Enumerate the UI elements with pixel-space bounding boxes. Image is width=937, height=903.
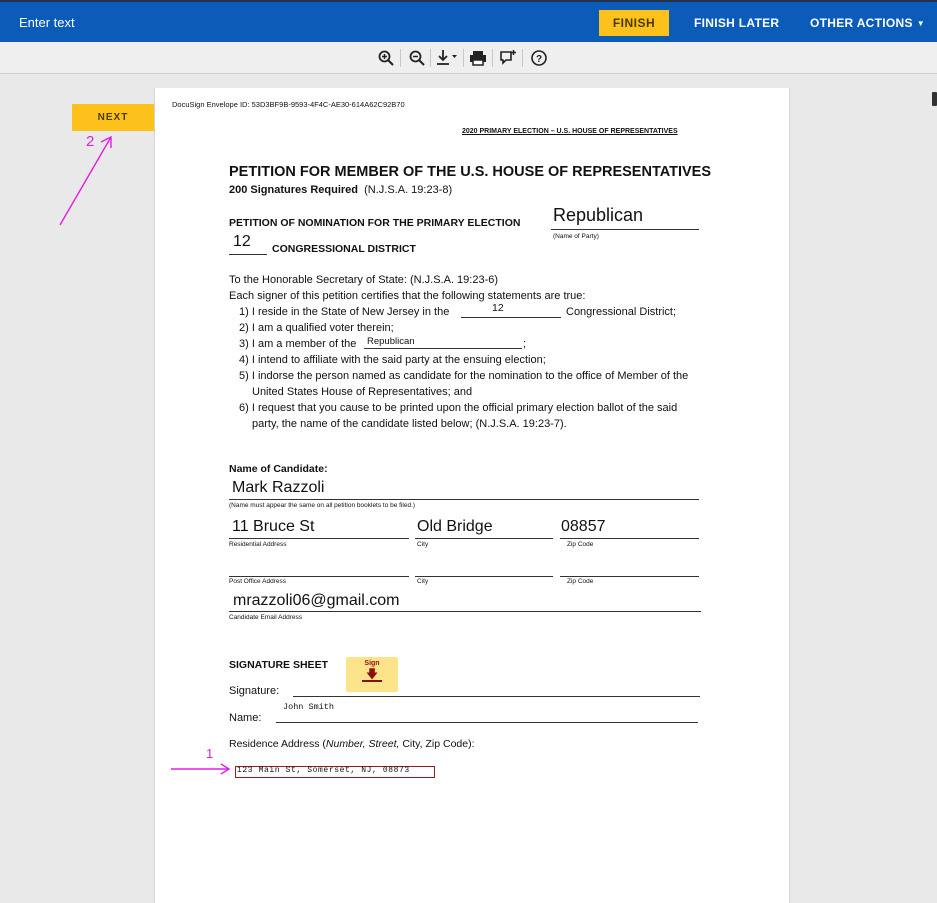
po-zip-caption: Zip Code [567,578,594,585]
residential-caption: Residential Address [229,541,287,548]
toolbar-divider [430,49,431,67]
statement-6b: party, the name of the candidate listed … [252,418,567,430]
signatures-required: 200 Signatures Required [229,184,358,196]
finish-button[interactable]: FINISH [599,10,669,36]
toolbar-divider [492,49,493,67]
zip-field[interactable]: 08857 [561,518,606,536]
statement-1-underline [461,317,561,318]
document-toolbar: ? [0,42,937,106]
statement-1-district-field[interactable]: 12 [492,302,504,314]
arrow-2-icon [59,135,112,226]
intro-line-1: To the Honorable Secretary of State: (N.… [229,274,499,286]
sign-tag-bar [362,680,382,682]
city-underline [415,538,553,539]
city-field[interactable]: Old Bridge [417,518,493,536]
residence-label-pre: Residence Address ( [229,738,326,750]
party-field[interactable]: Republican [553,205,643,226]
nomination-label: PETITION OF NOMINATION FOR THE PRIMARY E… [229,217,521,229]
district-field[interactable]: 12 [233,233,251,251]
statement-3-pre: 3) I am a member of the [239,338,357,350]
po-city-underline[interactable] [415,576,553,577]
statement-1-pre: 1) I reside in the State of New Jersey i… [239,306,450,318]
annotation-marker-2: 2 [86,133,95,150]
district-label: CONGRESSIONAL DISTRICT [272,243,416,255]
caret-down-icon: ▼ [916,19,926,28]
subtitle: 200 Signatures Required (N.J.S.A. 19:23-… [229,184,452,196]
candidate-name-underline [229,499,699,500]
header-election: 2020 PRIMARY ELECTION – U.S. HOUSE OF RE… [462,128,678,135]
zoom-out-icon[interactable] [407,48,427,68]
comment-icon[interactable] [498,48,518,68]
statement-4: 4) I intend to affiliate with the said p… [239,354,546,366]
email-underline [229,611,701,612]
zip-caption: Zip Code [567,541,594,548]
po-city-caption: City [417,578,429,585]
toolbar-divider [463,49,464,67]
statute-ref: (N.J.S.A. 19:23-8) [364,184,453,196]
name-underline [276,722,698,723]
residence-label-italic: Number, Street, [325,738,400,750]
statement-2: 2) I am a qualified voter therein; [239,322,394,334]
intro-line-2: Each signer of this petition certifies t… [229,290,586,302]
download-icon[interactable] [434,48,460,68]
statement-6a: 6) I request that you cause to be printe… [239,402,678,414]
sign-tag-label: Sign [364,660,380,667]
other-actions-label: OTHER ACTIONS [810,16,913,30]
annotation-marker-1: 1 [206,746,214,761]
toolbar-divider [400,49,401,67]
print-icon[interactable] [468,48,488,68]
email-caption: Candidate Email Address [229,614,302,621]
sign-here-tag[interactable]: Sign 🡇 [346,657,398,692]
zoom-in-icon[interactable] [376,48,396,68]
party-underline [551,229,699,230]
statement-5b: United States House of Representatives; … [252,386,473,398]
po-zip-underline[interactable] [560,576,699,577]
document-page: DocuSign Envelope ID: 53D3BF9B-9593-4F4C… [154,88,790,903]
signature-underline[interactable] [293,696,700,697]
residence-address-field[interactable]: 123 Main St, Somerset, NJ, 08873 [237,766,410,775]
candidate-name-field[interactable]: Mark Razzoli [232,479,324,497]
sidebar-toggle-icon[interactable] [932,92,937,106]
top-bar: Enter text FINISH FINISH LATER OTHER ACT… [0,0,937,42]
statement-1-post: Congressional District; [566,306,677,318]
envelope-id: DocuSign Envelope ID: 53D3BF9B-9593-4F4C… [172,100,405,109]
city-caption: City [417,541,429,548]
name-field[interactable]: John Smith [283,702,334,712]
page-title: PETITION FOR MEMBER OF THE U.S. HOUSE OF… [229,164,712,180]
zip-underline [560,538,699,539]
statement-3-underline [364,348,522,349]
signature-heading: SIGNATURE SHEET [229,659,328,671]
other-actions-button[interactable]: OTHER ACTIONS ▼ [810,16,925,30]
party-caption: (Name of Party) [553,233,599,240]
statement-5a: 5) I indorse the person named as candida… [239,370,689,382]
svg-text:?: ? [536,54,542,65]
district-underline [229,254,267,255]
residential-underline [229,538,409,539]
residential-address-field[interactable]: 11 Bruce St [232,518,314,536]
po-address-underline[interactable] [229,576,409,577]
next-button[interactable]: NEXT [72,104,154,131]
candidate-heading: Name of Candidate: [229,463,328,475]
email-field[interactable]: mrazzoli06@gmail.com [233,592,400,610]
enter-text-field[interactable]: Enter text [19,15,75,30]
candidate-caption: (Name must appear the same on all petiti… [229,502,416,509]
residence-label: Residence Address (Number, Street, City,… [229,738,475,750]
po-address-caption: Post Office Address [229,578,286,585]
residence-label-post: City, Zip Code): [399,738,475,750]
toolbar-divider [522,49,523,67]
help-icon[interactable]: ? [529,48,549,68]
arrow-down-icon: 🡇 [365,667,379,681]
finish-later-button[interactable]: FINISH LATER [694,16,779,30]
statement-3-post: ; [523,338,527,350]
name-label: Name: [229,712,262,724]
statement-3-party-field[interactable]: Republican [367,336,415,347]
signature-label: Signature: [229,685,280,697]
